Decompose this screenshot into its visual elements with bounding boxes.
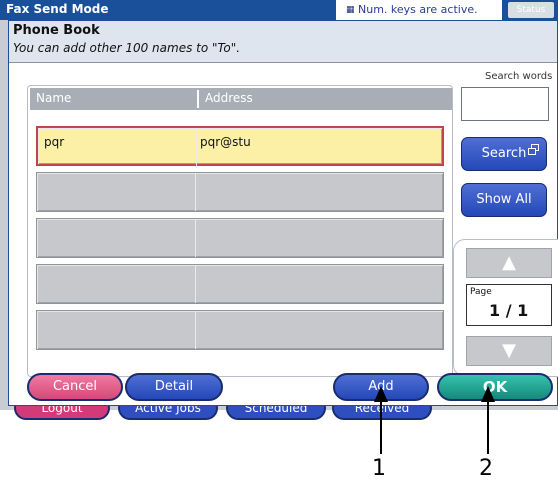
- keypad-icon: ▦: [346, 5, 354, 15]
- row-address: pqr@stu: [200, 135, 251, 149]
- title-bar: Fax Send Mode ▦ Num. keys are active. St…: [0, 0, 558, 20]
- cell-divider: [195, 173, 196, 211]
- address-table: Name Address pqr pqr@stu: [27, 85, 453, 377]
- dialog-title: Phone Book: [13, 23, 100, 38]
- dialog-subtitle: You can add other 100 names to "To".: [13, 41, 241, 55]
- table-header: Name Address: [30, 88, 452, 110]
- num-keys-text: Num. keys are active.: [358, 3, 478, 16]
- show-all-button[interactable]: Show All: [461, 183, 547, 217]
- cell-divider: [195, 219, 196, 257]
- ok-button[interactable]: OK: [437, 373, 553, 401]
- page-number: 1 / 1: [489, 301, 529, 320]
- window-icon: [528, 144, 539, 155]
- page-down-button[interactable]: ▼: [466, 336, 552, 366]
- row-name: pqr: [44, 135, 65, 149]
- phone-book-dialog: Phone Book You can add other 100 names t…: [8, 20, 558, 406]
- arrow-down-icon: ▼: [502, 340, 516, 361]
- table-row[interactable]: [36, 218, 444, 258]
- table-row[interactable]: [36, 264, 444, 304]
- table-row[interactable]: [36, 310, 444, 350]
- status-button[interactable]: Status: [508, 2, 554, 18]
- name-column-header: Name: [36, 91, 72, 105]
- cancel-button[interactable]: Cancel: [27, 373, 123, 401]
- dialog-header: Phone Book You can add other 100 names t…: [9, 21, 557, 63]
- app-title: Fax Send Mode: [6, 2, 109, 16]
- callout-number: 2: [479, 456, 493, 481]
- callout-arrow-line: [487, 400, 489, 454]
- search-button[interactable]: Search: [461, 137, 547, 171]
- header-divider: [197, 90, 199, 108]
- page-up-button[interactable]: ▲: [466, 248, 552, 278]
- callout-arrow-line: [380, 400, 382, 454]
- arrow-up-icon: ▲: [502, 252, 516, 273]
- page-label: Page: [470, 287, 492, 297]
- num-keys-indicator: ▦ Num. keys are active.: [336, 0, 502, 20]
- callout-number: 1: [372, 456, 386, 481]
- pager: ▲ Page 1 / 1 ▼: [453, 239, 558, 377]
- table-row[interactable]: [36, 172, 444, 212]
- cell-divider: [195, 265, 196, 303]
- address-column-header: Address: [205, 91, 253, 105]
- search-words-label: Search words: [485, 71, 553, 82]
- table-row[interactable]: pqr pqr@stu: [36, 126, 444, 166]
- search-button-label: Search: [481, 146, 527, 161]
- fax-phone-book-screen: Fax Send Mode ▦ Num. keys are active. St…: [0, 0, 558, 499]
- cell-divider: [195, 311, 196, 349]
- search-words-input[interactable]: [461, 87, 549, 121]
- page-indicator: Page 1 / 1: [466, 284, 552, 326]
- detail-button[interactable]: Detail: [125, 373, 223, 401]
- cell-divider: [196, 128, 197, 166]
